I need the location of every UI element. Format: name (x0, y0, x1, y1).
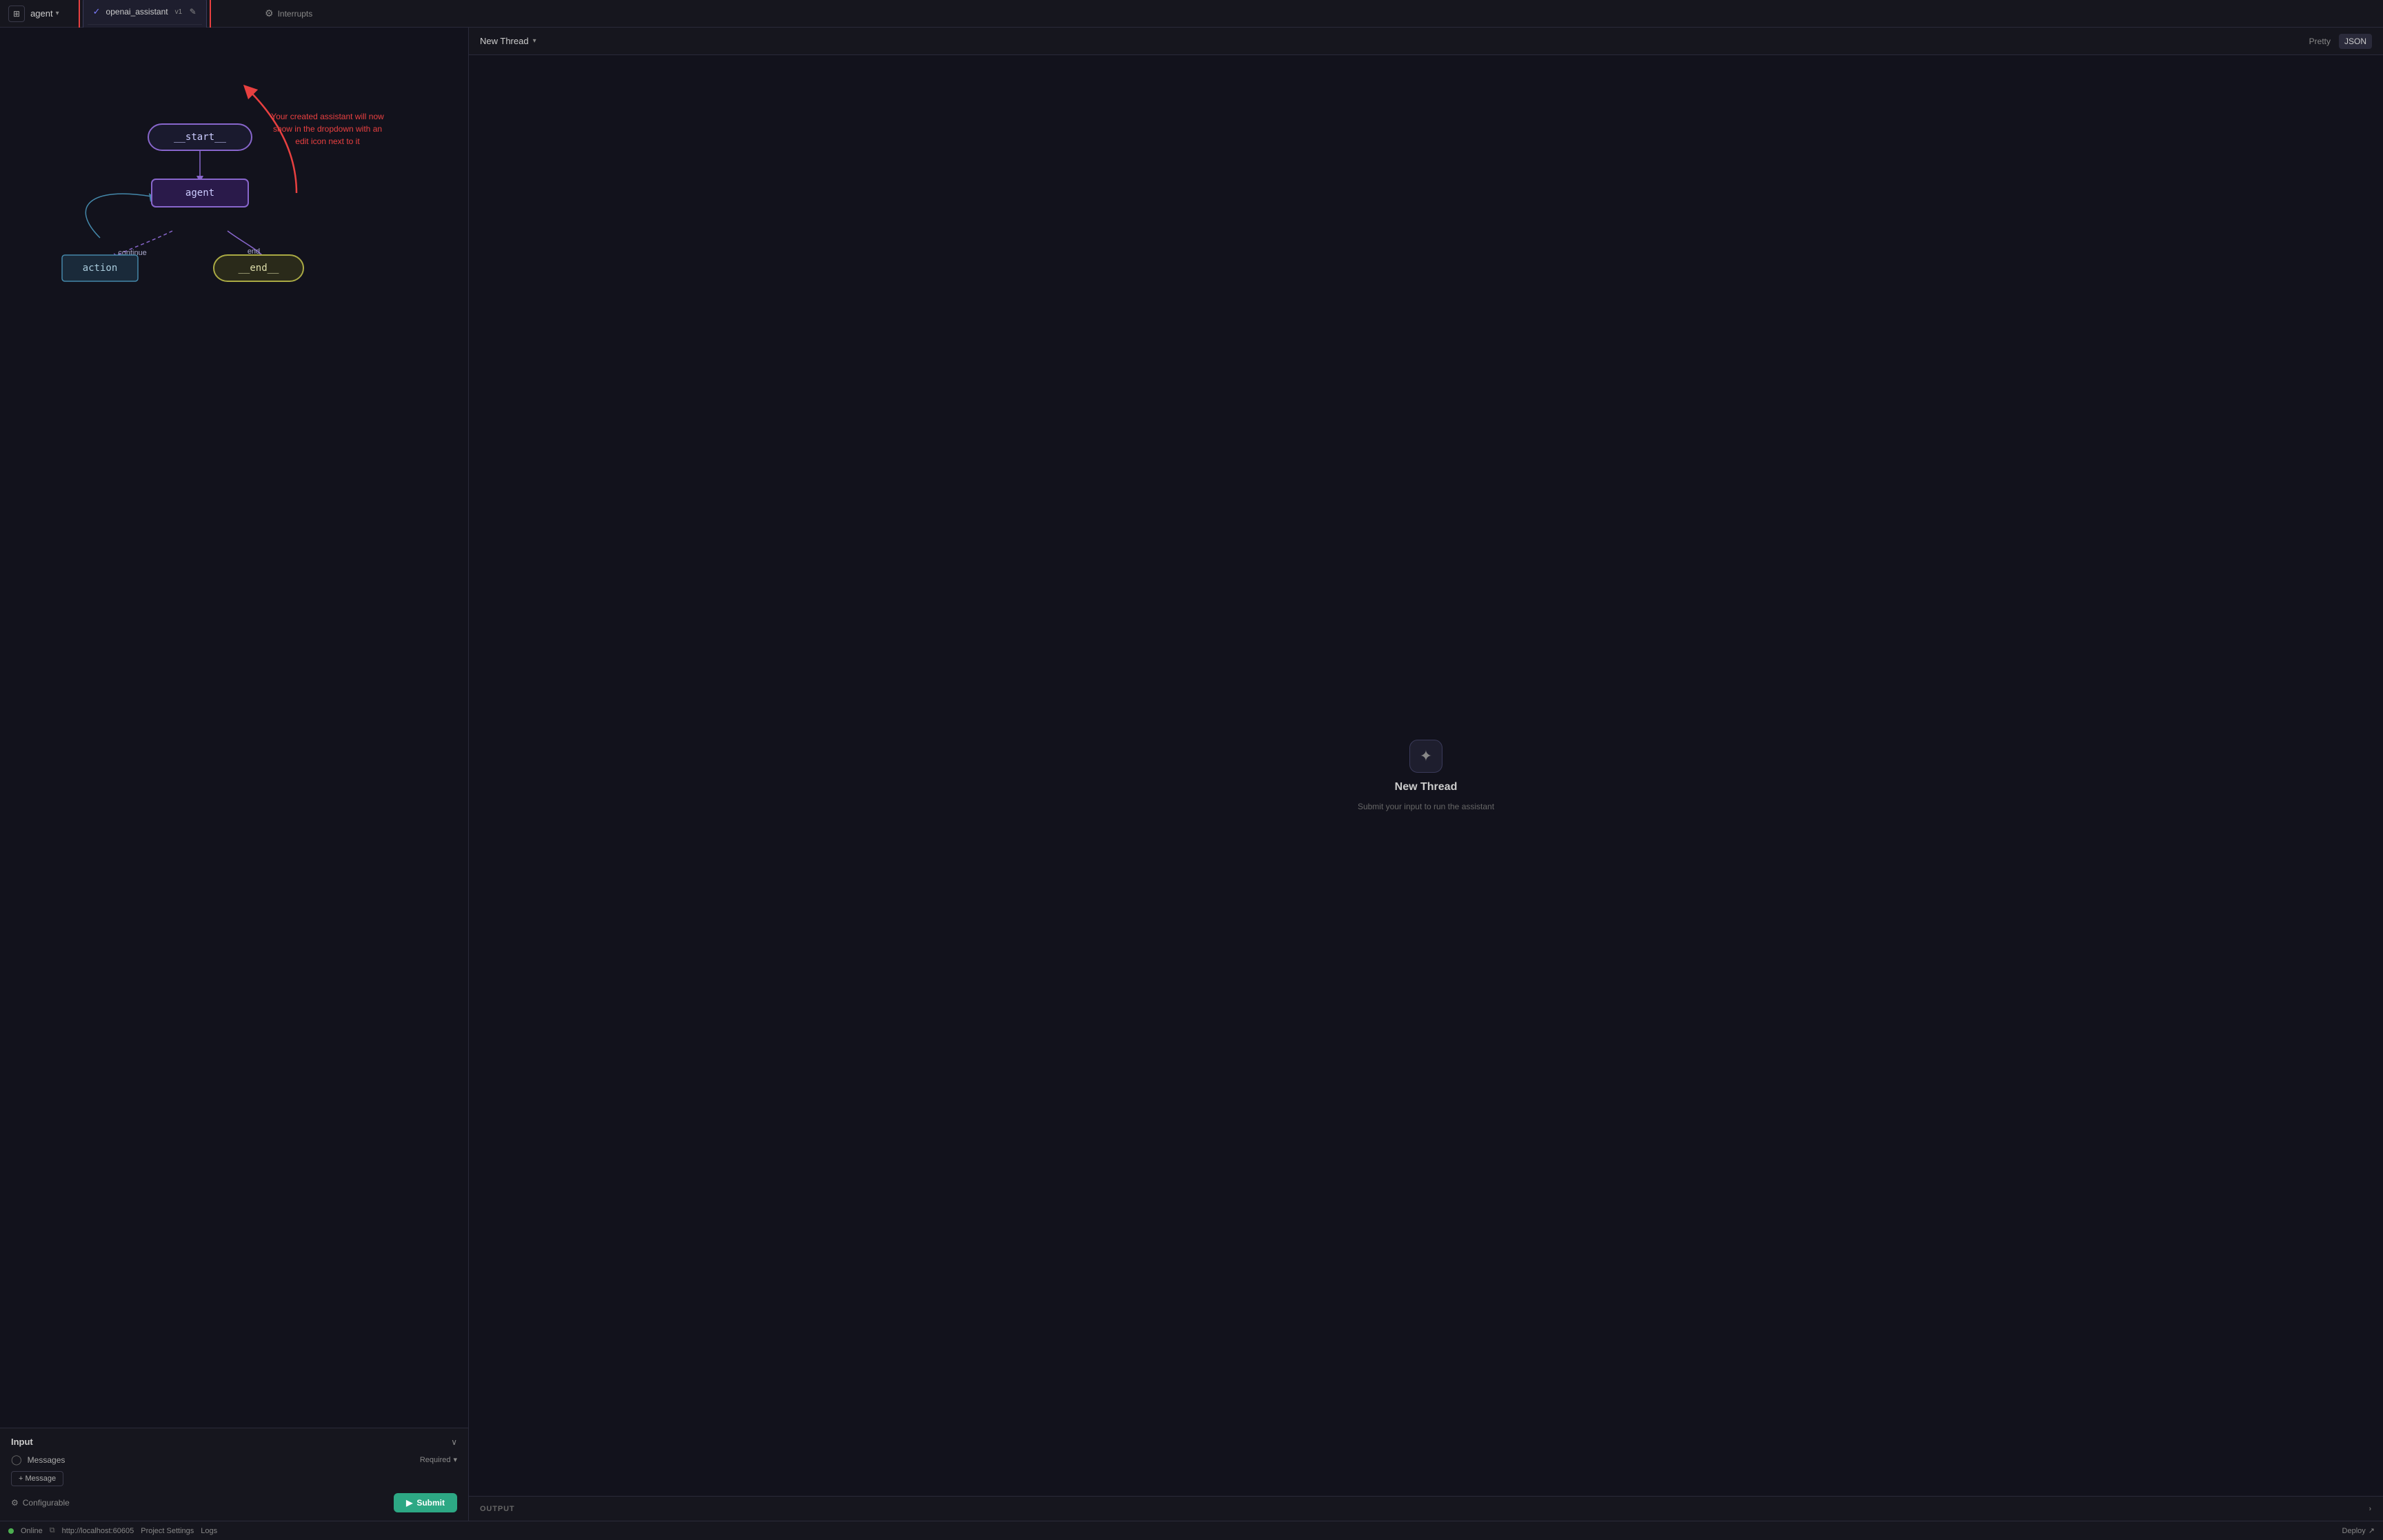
svg-text:__start__: __start__ (174, 132, 226, 143)
svg-text:__end__: __end__ (238, 263, 279, 274)
add-message-label: + Message (19, 1475, 56, 1483)
gear-icon: ⚙ (11, 1498, 19, 1508)
input-panel: Input ∨ ◯ Messages Required ▾ + Message … (0, 1428, 468, 1521)
input-title: Input (11, 1437, 33, 1447)
online-indicator (8, 1528, 14, 1534)
output-chevron-icon: › (2369, 1505, 2372, 1513)
status-left: Online ⧉ http://localhost:60605 Project … (8, 1526, 217, 1535)
deploy-label: Deploy (2342, 1527, 2366, 1535)
left-panel: continue end __start__ agent action __en… (0, 28, 469, 1521)
localhost-link[interactable]: http://localhost:60605 (62, 1527, 134, 1535)
sparkle-glyph: ✦ (1420, 747, 1432, 765)
annotation-text: Your created assistant will now show in … (269, 110, 386, 148)
project-settings-link[interactable]: Project Settings (141, 1527, 194, 1535)
required-chevron-icon: ▾ (453, 1455, 457, 1464)
input-header: Input ∨ (11, 1437, 457, 1447)
svg-text:action: action (83, 263, 118, 274)
configurable-label: Configurable (23, 1498, 70, 1508)
output-label: OUTPUT (480, 1505, 515, 1513)
required-badge[interactable]: Required ▾ (420, 1455, 457, 1464)
submit-button[interactable]: ▶ Submit (394, 1493, 457, 1512)
check-icon: ✓ (93, 6, 101, 17)
new-thread-subtitle: Submit your input to run the assistant (1358, 802, 1494, 811)
view-buttons: Pretty JSON (2304, 34, 2372, 49)
copy-icon: ⧉ (50, 1526, 55, 1535)
interrupts-label: Interrupts (278, 9, 313, 19)
right-panel: New Thread ▾ Pretty JSON ✦ New Thread Su… (469, 28, 2383, 1521)
submit-label: Submit (416, 1498, 445, 1508)
svg-text:agent: agent (185, 188, 214, 199)
top-bar-center: ⚙ Interrupts (257, 8, 2366, 19)
output-bar: OUTPUT › (469, 1496, 2383, 1521)
interrupts-icon: ⚙ (265, 8, 274, 19)
dropdown-item-openai-assistant[interactable]: ✓ openai_assistant v1 ✎ (88, 2, 202, 21)
status-bar: Online ⧉ http://localhost:60605 Project … (0, 1521, 2383, 1540)
thread-title: New Thread (480, 36, 529, 46)
dropdown-divider (88, 24, 202, 25)
add-message-button[interactable]: + Message (11, 1471, 63, 1486)
right-header: New Thread ▾ Pretty JSON (469, 28, 2383, 55)
json-view-button[interactable]: JSON (2339, 34, 2372, 49)
agent-label: agent (30, 8, 53, 19)
edit-icon[interactable]: ✎ (190, 7, 197, 17)
new-thread-title: New Thread (1395, 781, 1458, 793)
sidebar-toggle-button[interactable]: ⊞ (8, 6, 25, 22)
svg-text:end: end (248, 247, 260, 256)
agent-selector[interactable]: agent ▾ (30, 8, 59, 19)
annotation-arrow-svg: continue end __start__ agent action __en… (0, 28, 468, 1428)
svg-text:continue: continue (118, 249, 147, 257)
required-label: Required (420, 1456, 451, 1464)
messages-label-group: ◯ Messages (11, 1454, 65, 1466)
interrupts-button[interactable]: ⚙ Interrupts (265, 8, 312, 19)
input-footer: ⚙ Configurable ▶ Submit (11, 1493, 457, 1512)
configurable-button[interactable]: ⚙ Configurable (11, 1498, 70, 1508)
collapse-button[interactable]: ∨ (451, 1437, 457, 1447)
submit-play-icon: ▶ (406, 1498, 412, 1508)
messages-row: ◯ Messages Required ▾ (11, 1454, 457, 1466)
thread-chevron-icon: ▾ (533, 37, 536, 45)
message-icon: ◯ (11, 1454, 22, 1466)
dropdown-item-name: openai_assistant (106, 7, 168, 17)
deploy-icon: ↗ (2369, 1526, 2375, 1535)
sparkle-icon: ✦ (1409, 740, 1442, 773)
deploy-button[interactable]: Deploy ↗ (2342, 1526, 2375, 1535)
graph-area: continue end __start__ agent action __en… (0, 28, 468, 1428)
logs-link[interactable]: Logs (201, 1527, 217, 1535)
agent-chevron-icon: ▾ (56, 10, 59, 17)
top-bar: ⊞ agent ▾ openai_assistant v1 ▾ ✓ openai… (0, 0, 2383, 28)
main-layout: continue end __start__ agent action __en… (0, 28, 2383, 1521)
dropdown-item-version: v1 (175, 8, 183, 16)
online-label: Online (21, 1527, 43, 1535)
thread-title-button[interactable]: New Thread ▾ (480, 36, 536, 46)
right-content: ✦ New Thread Submit your input to run th… (469, 55, 2383, 1496)
messages-label: Messages (28, 1455, 66, 1465)
pretty-view-button[interactable]: Pretty (2304, 34, 2336, 49)
